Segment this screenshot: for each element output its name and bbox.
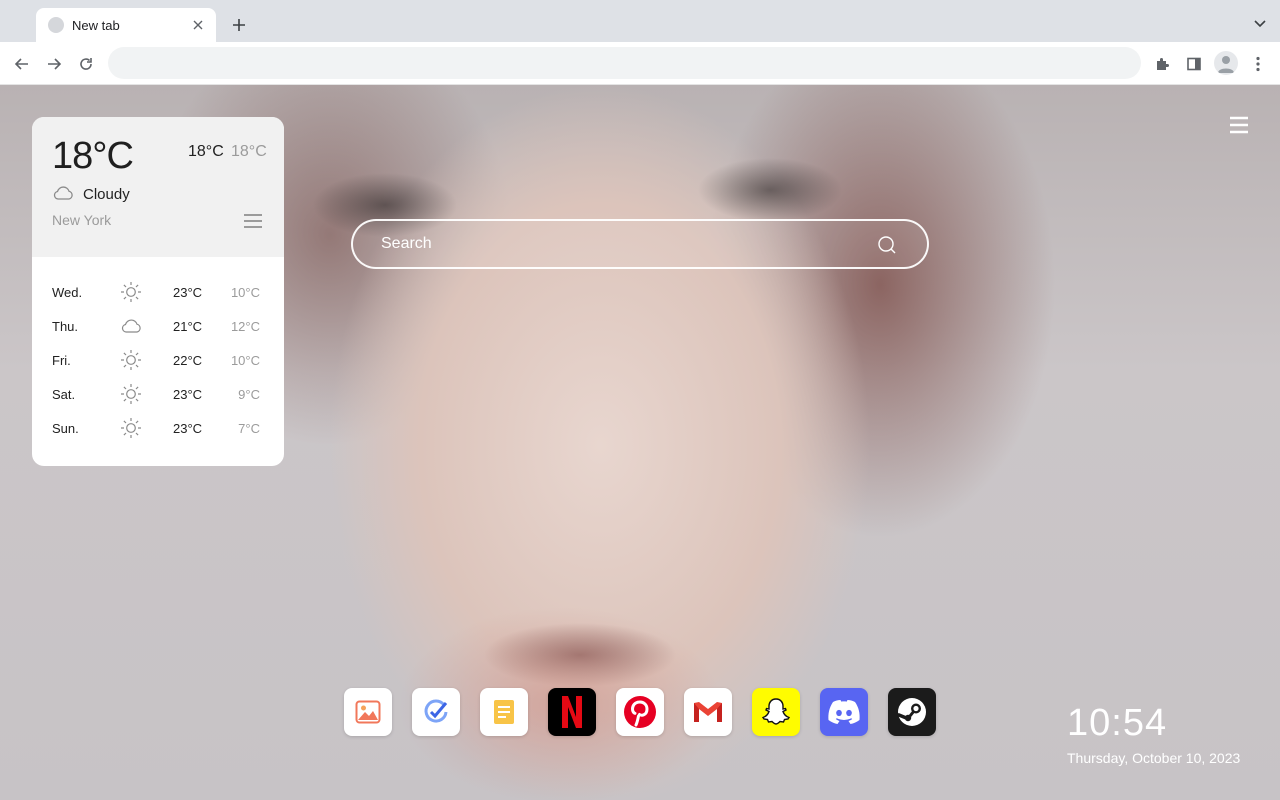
tab-favicon-icon	[48, 17, 64, 33]
reload-icon	[80, 58, 92, 70]
gmail-app[interactable]	[684, 688, 732, 736]
notes-app[interactable]	[480, 688, 528, 736]
current-city: New York	[52, 212, 112, 228]
forecast-high: 22°C	[173, 353, 203, 368]
side-panel-button[interactable]	[1183, 53, 1205, 75]
tab-close-button[interactable]	[190, 17, 206, 33]
steam-icon	[897, 698, 926, 726]
weather-menu-icon[interactable]	[243, 213, 263, 229]
forecast-low: 10°C	[230, 353, 260, 368]
forecast-day: Wed.	[52, 285, 83, 300]
new-tab-page: 18°C 18°C 18°C Cloudy New York Wed. 23°C…	[0, 85, 1280, 800]
plus-icon	[233, 19, 245, 31]
browser-toolbar	[0, 42, 1280, 85]
forecast-low: 9°C	[238, 387, 260, 402]
search-input[interactable]	[381, 221, 861, 267]
note-icon	[494, 700, 514, 724]
clock-time: 10:54	[1067, 702, 1168, 744]
image-icon	[355, 700, 381, 724]
discord-icon	[828, 700, 860, 724]
side-panel-icon	[1187, 57, 1201, 71]
weather-widget: 18°C 18°C 18°C Cloudy New York Wed. 23°C…	[32, 117, 284, 466]
forecast-high: 23°C	[173, 387, 203, 402]
close-icon	[193, 20, 203, 30]
photos-app[interactable]	[344, 688, 392, 736]
app-dock	[344, 688, 936, 736]
check-circle-icon	[424, 699, 448, 723]
forecast-row: Thu. 21°C 12°C	[32, 309, 284, 343]
forecast-row: Sat. 23°C 9°C	[32, 377, 284, 411]
forecast-day: Sun.	[52, 421, 79, 436]
back-button[interactable]	[11, 53, 33, 75]
current-condition: Cloudy	[83, 186, 130, 203]
forecast-row: Sun. 23°C 7°C	[32, 411, 284, 445]
sun-icon	[121, 350, 141, 370]
forecast-day: Thu.	[52, 319, 79, 334]
cloud-icon	[53, 186, 73, 200]
search-box	[351, 219, 929, 269]
tab-title: New tab	[72, 17, 120, 33]
pinterest-app[interactable]	[616, 688, 664, 736]
tab-strip: New tab	[0, 0, 1280, 42]
clock-date: Thursday, October 10, 2023	[1067, 750, 1241, 766]
forecast-row: Wed. 23°C 10°C	[32, 275, 284, 309]
person-icon	[1218, 56, 1234, 73]
weather-current: 18°C 18°C 18°C Cloudy New York	[32, 117, 284, 257]
forecast-day: Fri.	[52, 353, 71, 368]
cloud-icon	[121, 319, 141, 333]
arrow-left-icon	[14, 58, 28, 70]
snapchat-icon	[761, 698, 791, 725]
forecast-low: 12°C	[230, 319, 260, 334]
tab-new-tab[interactable]: New tab	[36, 8, 216, 42]
pinterest-icon	[624, 696, 656, 728]
address-bar[interactable]	[108, 47, 1141, 79]
forecast-high: 21°C	[173, 319, 203, 334]
current-high: 18°C	[188, 143, 224, 160]
menu-icon[interactable]	[1229, 116, 1249, 134]
sun-icon	[121, 384, 141, 404]
arrow-right-icon	[48, 58, 62, 70]
more-vertical-icon	[1256, 56, 1260, 72]
sun-icon	[121, 418, 141, 438]
forecast-list: Wed. 23°C 10°C Thu. 21°C 12°C Fri. 22°C …	[32, 275, 284, 445]
reload-button[interactable]	[75, 53, 97, 75]
search-icon[interactable]	[877, 235, 897, 255]
netflix-app[interactable]	[548, 688, 596, 736]
forecast-low: 10°C	[230, 285, 260, 300]
tab-search-button[interactable]	[1252, 16, 1268, 32]
gmail-icon	[694, 702, 722, 722]
forecast-day: Sat.	[52, 387, 76, 402]
netflix-icon	[562, 696, 582, 728]
discord-app[interactable]	[820, 688, 868, 736]
snapchat-app[interactable]	[752, 688, 800, 736]
forward-button[interactable]	[43, 53, 65, 75]
extensions-button[interactable]	[1151, 53, 1173, 75]
forecast-high: 23°C	[173, 285, 203, 300]
tasks-app[interactable]	[412, 688, 460, 736]
puzzle-icon	[1157, 58, 1169, 70]
forecast-high: 23°C	[173, 421, 203, 436]
new-tab-button[interactable]	[228, 14, 250, 36]
forecast-row: Fri. 22°C 10°C	[32, 343, 284, 377]
steam-app[interactable]	[888, 688, 936, 736]
sun-icon	[121, 282, 141, 302]
forecast-low: 7°C	[238, 421, 260, 436]
profile-avatar-button[interactable]	[1214, 51, 1238, 75]
browser-menu-button[interactable]	[1247, 53, 1269, 75]
current-low: 18°C	[231, 143, 267, 160]
current-temperature: 18°C	[52, 135, 134, 177]
chevron-down-icon	[1254, 20, 1266, 28]
